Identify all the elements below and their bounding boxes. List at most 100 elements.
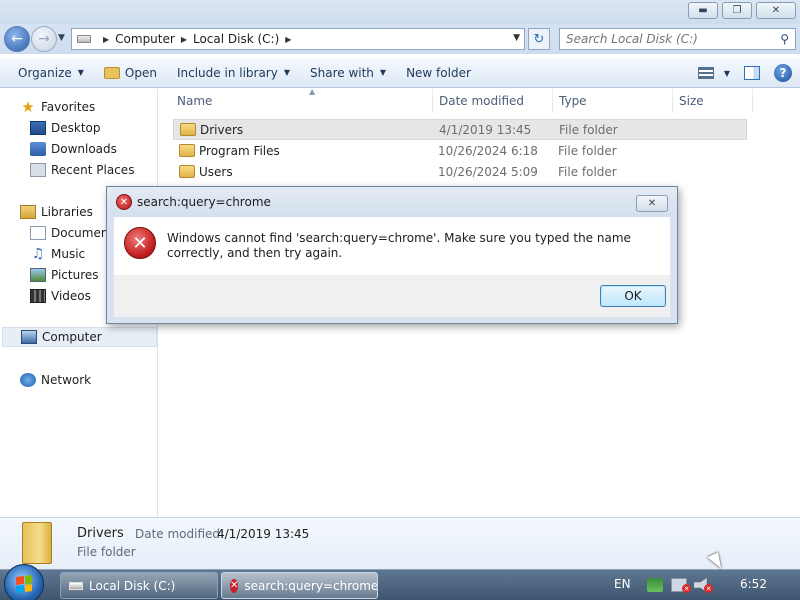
taskbar-item-error-dialog[interactable]: ✕ search:query=chrome	[221, 572, 378, 599]
nav-libraries[interactable]: Libraries	[20, 202, 93, 222]
nav-label: Recent Places	[51, 163, 135, 177]
error-icon: ✕	[124, 227, 156, 259]
new-folder-label: New folder	[406, 65, 471, 80]
desktop-icon	[30, 121, 46, 135]
ok-button[interactable]: OK	[600, 285, 666, 307]
dialog-close-button[interactable]: ✕	[636, 195, 668, 212]
error-dialog: ✕ search:query=chrome ✕ ✕ Windows cannot…	[106, 186, 678, 324]
recent-pages-dropdown[interactable]: ▼	[58, 33, 65, 43]
start-button[interactable]	[4, 564, 44, 600]
file-row[interactable]: Program Files 10/26/2024 6:18 File folde…	[173, 140, 747, 161]
error-icon: ✕	[116, 194, 132, 210]
folder-icon	[22, 522, 52, 564]
nav-desktop[interactable]: Desktop	[30, 118, 101, 138]
include-in-library-menu[interactable]: Include in library ▼	[167, 58, 300, 87]
column-label: Date modified	[439, 94, 525, 108]
details-date: 4/1/2019 13:45	[217, 527, 310, 541]
open-label: Open	[124, 65, 157, 80]
forward-button[interactable]: →	[31, 26, 57, 52]
file-row[interactable]: Drivers 4/1/2019 13:45 File folder	[173, 119, 747, 140]
column-header-size[interactable]: Size	[673, 89, 753, 113]
organize-menu[interactable]: Organize ▼	[0, 58, 94, 87]
change-view-button[interactable]: ▼	[697, 67, 730, 79]
search-icon[interactable]: ⚲	[780, 32, 789, 46]
action-center-icon[interactable]	[647, 578, 663, 592]
details-pane: Drivers Date modified: 4/1/2019 13:45 Fi…	[0, 517, 800, 569]
taskbar: Local Disk (C:) ✕ search:query=chrome EN…	[0, 564, 800, 600]
include-label: Include in library	[176, 65, 278, 80]
column-label: Size	[679, 94, 704, 108]
refresh-button[interactable]: ↻	[528, 28, 550, 50]
new-folder-button[interactable]: New folder	[396, 58, 481, 87]
chevron-down-icon: ▼	[77, 68, 84, 77]
nav-downloads[interactable]: Downloads	[30, 139, 117, 159]
nav-label: Network	[41, 373, 92, 387]
chevron-right-icon[interactable]: ▶	[103, 35, 109, 44]
dialog-footer: OK	[114, 275, 670, 317]
nav-label: Desktop	[51, 121, 101, 135]
nav-label: Music	[51, 247, 86, 261]
details-date-label: Date modified:	[135, 527, 225, 541]
nav-pictures[interactable]: Pictures	[30, 265, 99, 285]
search-input[interactable]	[566, 32, 766, 46]
file-name: Program Files	[199, 143, 280, 158]
organize-label: Organize	[18, 65, 72, 80]
details-type: File folder	[77, 545, 136, 559]
videos-icon	[30, 289, 46, 303]
breadcrumb-local-disk[interactable]: Local Disk (C:)	[193, 32, 279, 46]
command-bar-right: ▼ ?	[697, 58, 792, 88]
file-type: File folder	[558, 164, 617, 179]
network-icon	[20, 373, 36, 387]
nav-label: Favorites	[41, 100, 96, 114]
chevron-down-icon: ▼	[723, 68, 730, 78]
file-date: 10/26/2024 6:18	[438, 143, 538, 158]
chevron-down-icon: ▼	[379, 68, 387, 77]
file-row[interactable]: Users 10/26/2024 5:09 File folder	[173, 161, 747, 182]
help-icon[interactable]: ?	[774, 64, 792, 82]
network-error-icon: ✕	[682, 584, 691, 593]
views-icon	[697, 67, 714, 79]
error-icon: ✕	[230, 578, 239, 593]
share-label: Share with	[310, 65, 374, 80]
column-header-type[interactable]: Type	[553, 89, 673, 113]
language-indicator[interactable]: EN	[614, 577, 631, 591]
nav-computer[interactable]: Computer	[2, 327, 157, 347]
nav-recent-places[interactable]: Recent Places	[30, 160, 134, 180]
nav-label: Videos	[51, 289, 91, 303]
chevron-right-icon[interactable]: ▶	[285, 35, 291, 44]
column-label: Type	[559, 94, 587, 108]
nav-network[interactable]: Network	[20, 370, 91, 390]
file-type: File folder	[558, 143, 617, 158]
maximize-button[interactable]: ❐	[722, 2, 752, 19]
column-header-date[interactable]: Date modified	[433, 89, 553, 113]
close-button[interactable]: ✕	[756, 2, 796, 19]
taskbar-item-label: Local Disk (C:)	[89, 578, 176, 593]
details-name: Drivers	[77, 526, 124, 541]
file-type: File folder	[559, 122, 618, 137]
breadcrumb-computer[interactable]: Computer	[115, 32, 175, 46]
file-date: 10/26/2024 5:09	[438, 164, 538, 179]
nav-label: Pictures	[51, 268, 99, 282]
clock[interactable]: 6:52	[740, 577, 767, 591]
command-bar: Organize ▼ Open Include in library ▼ Share…	[0, 58, 800, 88]
taskbar-item-label: search:query=chrome	[244, 578, 378, 593]
address-dropdown-icon[interactable]: ▼	[513, 33, 520, 43]
chevron-right-icon[interactable]: ▶	[181, 35, 187, 44]
share-with-menu[interactable]: Share with ▼	[300, 58, 396, 87]
minimize-button[interactable]: ▬	[688, 2, 718, 19]
preview-pane-icon[interactable]	[744, 66, 760, 80]
taskbar-item-explorer[interactable]: Local Disk (C:)	[60, 572, 218, 599]
drive-icon	[69, 581, 83, 590]
address-bar[interactable]: ▶ Computer ▶ Local Disk (C:) ▶ ▼	[71, 28, 525, 50]
nav-videos[interactable]: Videos	[30, 286, 91, 306]
file-name: Drivers	[200, 122, 244, 137]
column-header-name[interactable]: Name ▲	[171, 87, 433, 113]
nav-favorites[interactable]: ★ Favorites	[20, 97, 95, 117]
open-button[interactable]: Open	[94, 58, 167, 87]
chevron-down-icon: ▼	[283, 68, 290, 77]
search-box[interactable]: ⚲	[559, 28, 796, 50]
nav-music[interactable]: ♫ Music	[30, 244, 85, 264]
back-button[interactable]: ←	[4, 26, 30, 52]
folder-icon	[179, 165, 195, 178]
nav-label: Computer	[42, 330, 102, 344]
